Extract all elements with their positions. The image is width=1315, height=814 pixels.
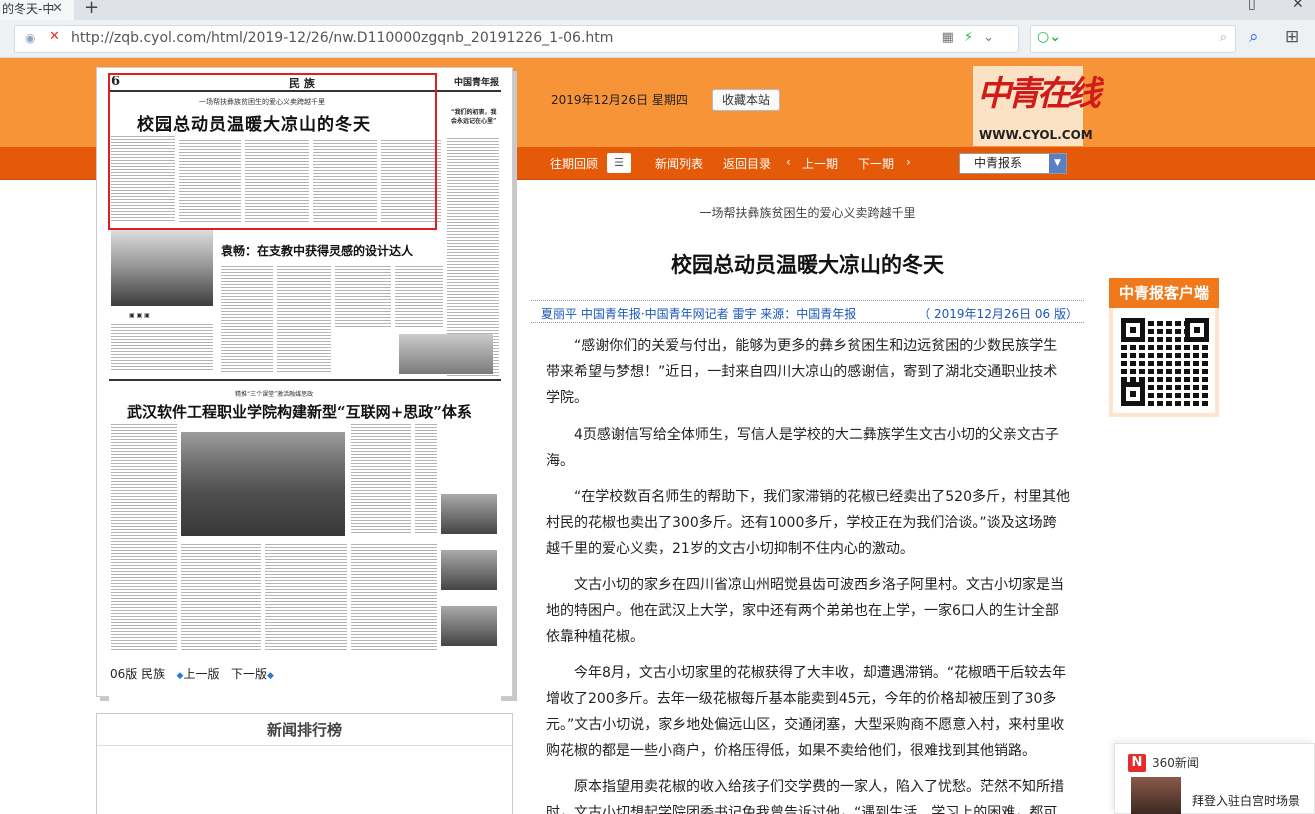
- text-column: [221, 264, 273, 372]
- page-label: 06版 民族: [110, 667, 166, 681]
- arrow-right-icon: ◆: [266, 671, 274, 681]
- search-engine-icon[interactable]: ○⌄: [1037, 29, 1061, 45]
- article-paragraph: 今年8月，文古小切家里的花椒获得了大丰收，却遭遇滞销。“花椒晒干后较去年增收了2…: [546, 665, 1067, 759]
- article-photo: [441, 494, 497, 534]
- url-tools: ▦⚡⌄: [942, 30, 1004, 45]
- chevron-left-icon: ‹: [786, 155, 791, 169]
- close-window-icon[interactable]: ✕: [1292, 0, 1304, 12]
- text-column: [265, 542, 347, 652]
- nav-back-to-index[interactable]: 返回目录: [723, 155, 771, 172]
- nav-prev-issue[interactable]: 上一期: [802, 155, 838, 172]
- article-date: （ 2019年12月26日 06 版）: [918, 307, 1078, 321]
- current-date: 2019年12月26日 星期四: [551, 93, 688, 107]
- browser-tab[interactable]: 的冬天-中 ✕: [0, 0, 74, 20]
- dropdown-icon[interactable]: ⌄: [983, 30, 1004, 45]
- tab-close-icon[interactable]: ✕: [52, 0, 63, 18]
- text-column: [395, 264, 443, 328]
- logo-url: WWW.CYOL.COM: [979, 128, 1093, 142]
- tab-title: 的冬天-中: [2, 2, 55, 16]
- article-headline: 校园总动员温暖大凉山的冬天: [671, 253, 944, 277]
- news360-popup[interactable]: N 360新闻 拜登入驻白宫时场景: [1114, 743, 1315, 814]
- url-text[interactable]: http://zqb.cyol.com/html/2019-12/26/nw.D…: [71, 30, 613, 46]
- logo-mark: 中青在线: [977, 74, 1101, 114]
- article-photo: [111, 230, 213, 306]
- paper-select-value: 中青报系: [974, 156, 1023, 170]
- news-ranking-panel: 新闻排行榜: [96, 713, 513, 814]
- bookmark-site-button[interactable]: 收藏本站: [712, 89, 780, 111]
- byline-bar: 夏丽平 中国青年报·中国青年网记者 雷宇 来源：中国青年报 （ 2019年12月…: [531, 300, 1084, 323]
- article-paragraph: 4页感谢信写给全体师生，写信人是学校的大二彝族学生文古小切的父亲文古子海。: [546, 427, 1059, 469]
- news360-headline[interactable]: 拜登入驻白宫时场景: [1192, 792, 1300, 809]
- chevron-down-icon[interactable]: ▼: [1049, 154, 1066, 173]
- site-info-icon[interactable]: ◉: [25, 31, 35, 45]
- text-column: [415, 422, 437, 534]
- text-column: [351, 542, 437, 652]
- article-photo: [441, 606, 497, 646]
- address-bar: ◉ ✕ http://zqb.cyol.com/html/2019-12/26/…: [0, 20, 1315, 58]
- search-go-icon[interactable]: ⌕: [1249, 27, 1259, 47]
- calendar-grid-icon[interactable]: ☰: [607, 153, 631, 173]
- news360-title: 360新闻: [1152, 756, 1199, 770]
- search-icon[interactable]: ⌕: [1220, 30, 1227, 45]
- text-column: [335, 264, 391, 328]
- browser-tab-bar: 的冬天-中 ✕ + ▯ ✕: [0, 0, 1315, 20]
- text-column: [181, 542, 261, 652]
- ranking-title: 新闻排行榜: [97, 714, 512, 746]
- text-column: [351, 422, 411, 534]
- news360-logo-icon: N: [1128, 754, 1146, 772]
- nav-news-list[interactable]: 新闻列表: [655, 155, 703, 172]
- article-title-thumb[interactable]: 武汉软件工程职业学院构建新型“互联网+思政”体系: [127, 401, 472, 422]
- news360-thumbnail[interactable]: [1131, 777, 1181, 814]
- section-divider: [109, 379, 501, 381]
- browser-search-input[interactable]: ○⌄ ⌕: [1030, 25, 1236, 53]
- insecure-icon[interactable]: ✕: [49, 29, 60, 44]
- article-photo: [441, 550, 497, 590]
- nav-next-issue[interactable]: 下一期: [858, 155, 894, 172]
- qr-finder: [1121, 318, 1145, 342]
- restore-window-icon[interactable]: ▯: [1248, 0, 1256, 12]
- paper-select[interactable]: 中青报系 ▼: [959, 153, 1067, 174]
- prev-page-link[interactable]: 上一版: [183, 667, 219, 681]
- text-column: [111, 322, 213, 372]
- article-paragraph: 文古小切的家乡在四川省凉山州昭觉县齿可波西乡洛子阿里村。文古小切家是当地的特困户…: [546, 577, 1064, 645]
- menu-grid-icon[interactable]: ⊞: [1285, 27, 1299, 47]
- app-box-title: 中青报客户端: [1109, 278, 1219, 308]
- article-paragraph: “感谢你们的关爱与付出，能够为更多的彝乡贫困生和边远贫困的少数民族学生带来希望与…: [546, 338, 1058, 406]
- article-kicker: 精推“三个课堂”激活融媒思政: [235, 391, 314, 398]
- qr-code-image: [1121, 318, 1209, 406]
- chevron-right-icon: ›: [906, 155, 911, 169]
- apps-icon[interactable]: ▦: [942, 30, 964, 45]
- article-subhead: 一场帮扶彝族贫困生的爱心义卖跨越千里: [699, 206, 916, 220]
- article-paragraph: “在学校数百名师生的帮助下，我们家滞销的花椒已经卖出了520多斤，村里其他村民的…: [546, 489, 1070, 557]
- article-photo: [399, 334, 493, 374]
- text-column: [111, 422, 177, 652]
- article-byline: 夏丽平 中国青年报·中国青年网记者 雷宇 来源：中国青年报: [541, 307, 857, 321]
- app-download-box[interactable]: 中青报客户端: [1109, 278, 1219, 417]
- cyol-logo[interactable]: 中青在线 WWW.CYOL.COM: [973, 66, 1101, 146]
- qr-finder: [1185, 318, 1209, 342]
- photo-caption: ▣ ▣ ▣: [129, 312, 150, 319]
- next-page-link[interactable]: 下一版: [231, 667, 267, 681]
- text-column: [277, 264, 331, 372]
- side-article-title[interactable]: “我们的初衷，我会永远记在心里”: [451, 108, 497, 126]
- nav-history[interactable]: 往期回顾: [550, 155, 598, 172]
- page-brand: 中国青年报: [453, 78, 499, 88]
- article-paragraph: 原本指望用卖花椒的收入给孩子们交学费的一家人，陷入了忧愁。茫然不知所措时，文古小…: [546, 779, 1064, 814]
- url-field[interactable]: ◉ ✕ http://zqb.cyol.com/html/2019-12/26/…: [14, 25, 1019, 53]
- article-title-thumb[interactable]: 袁畅：在支教中获得灵感的设计达人: [221, 242, 413, 259]
- article-photo: [181, 432, 345, 536]
- new-tab-button[interactable]: +: [84, 0, 99, 18]
- page-navigation: 06版 民族 ◆上一版 下一版◆: [110, 665, 274, 682]
- current-article-highlight[interactable]: [108, 73, 437, 230]
- speed-mode-icon[interactable]: ⚡: [964, 30, 983, 45]
- qr-finder: [1121, 382, 1145, 406]
